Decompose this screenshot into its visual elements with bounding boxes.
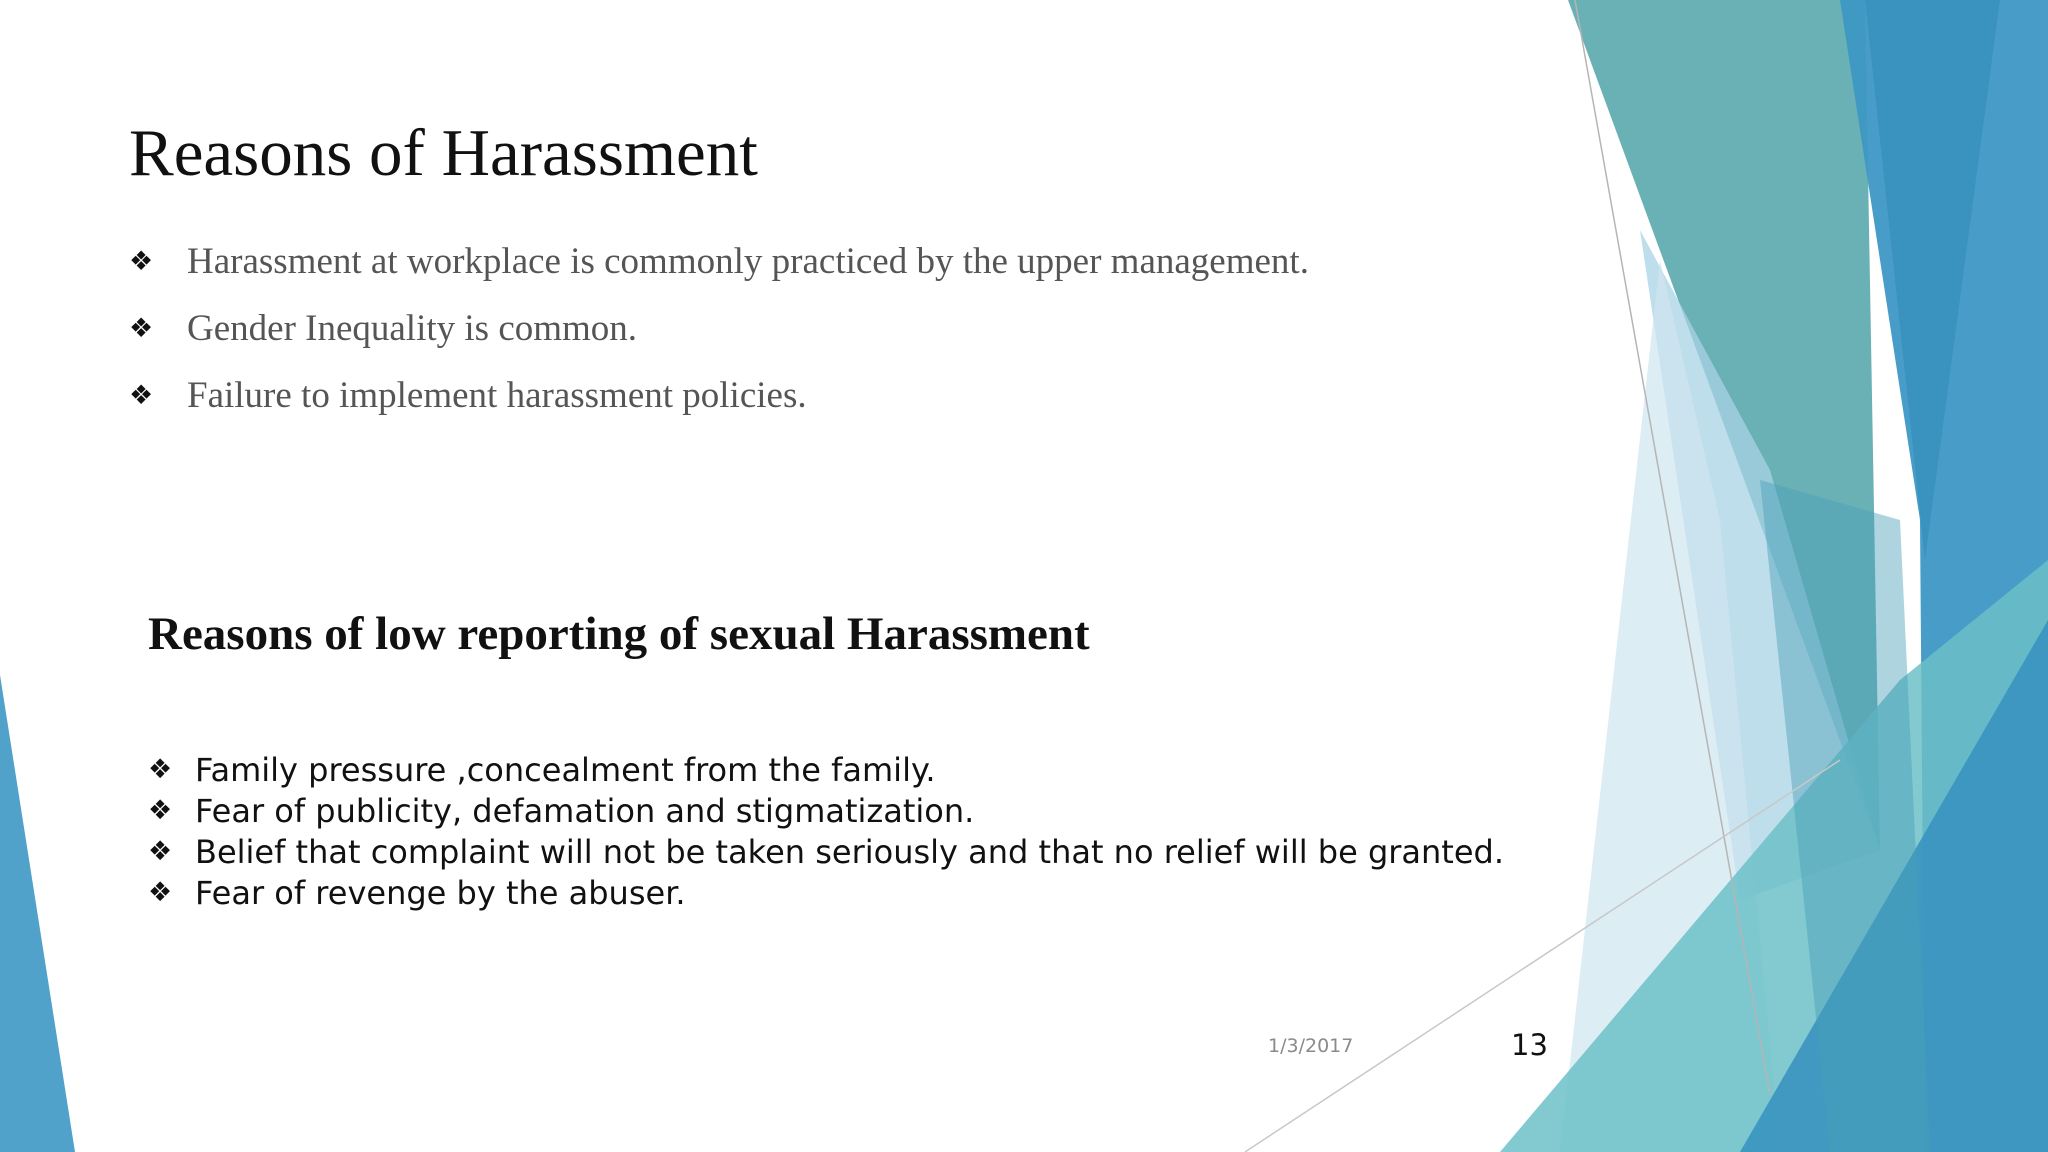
list-item: ❖ Family pressure ,concealment from the … xyxy=(148,749,1504,790)
list-item-text: Failure to implement harassment policies… xyxy=(187,375,807,416)
diamond-bullet-icon: ❖ xyxy=(129,313,154,343)
list-item: ❖ Harassment at workplace is commonly pr… xyxy=(129,228,1309,295)
low-reporting-reasons-list: ❖ Family pressure ,concealment from the … xyxy=(148,749,1504,913)
list-item: ❖ Gender Inequality is common. xyxy=(129,295,1309,362)
list-item-text: Gender Inequality is common. xyxy=(187,308,638,349)
left-accent-shape xyxy=(0,675,75,1152)
footer-date: 1/3/2017 xyxy=(1268,1035,1354,1057)
diamond-bullet-icon: ❖ xyxy=(129,380,154,410)
list-item: ❖ Fear of revenge by the abuser. xyxy=(148,872,1504,913)
diamond-bullet-icon: ❖ xyxy=(129,246,154,276)
slide: Reasons of Harassment ❖ Harassment at wo… xyxy=(0,0,2048,1152)
diamond-bullet-icon: ❖ xyxy=(148,754,173,785)
list-item-text: Fear of revenge by the abuser. xyxy=(195,873,686,912)
slide-title: Reasons of Harassment xyxy=(129,116,758,190)
list-item-text: Family pressure ,concealment from the fa… xyxy=(195,750,936,789)
diamond-bullet-icon: ❖ xyxy=(148,836,173,867)
list-item: ❖ Belief that complaint will not be take… xyxy=(148,831,1504,872)
diamond-bullet-icon: ❖ xyxy=(148,795,173,826)
slide-number: 13 xyxy=(1511,1028,1548,1062)
list-item: ❖ Failure to implement harassment polici… xyxy=(129,362,1309,429)
list-item-text: Belief that complaint will not be taken … xyxy=(195,832,1505,871)
harassment-reasons-list: ❖ Harassment at workplace is commonly pr… xyxy=(129,228,1309,429)
list-item: ❖ Fear of publicity, defamation and stig… xyxy=(148,790,1504,831)
list-item-text: Fear of publicity, defamation and stigma… xyxy=(195,791,975,830)
section-heading: Reasons of low reporting of sexual Haras… xyxy=(148,608,1090,660)
diamond-bullet-icon: ❖ xyxy=(148,877,173,908)
list-item-text: Harassment at workplace is commonly prac… xyxy=(187,241,1309,282)
